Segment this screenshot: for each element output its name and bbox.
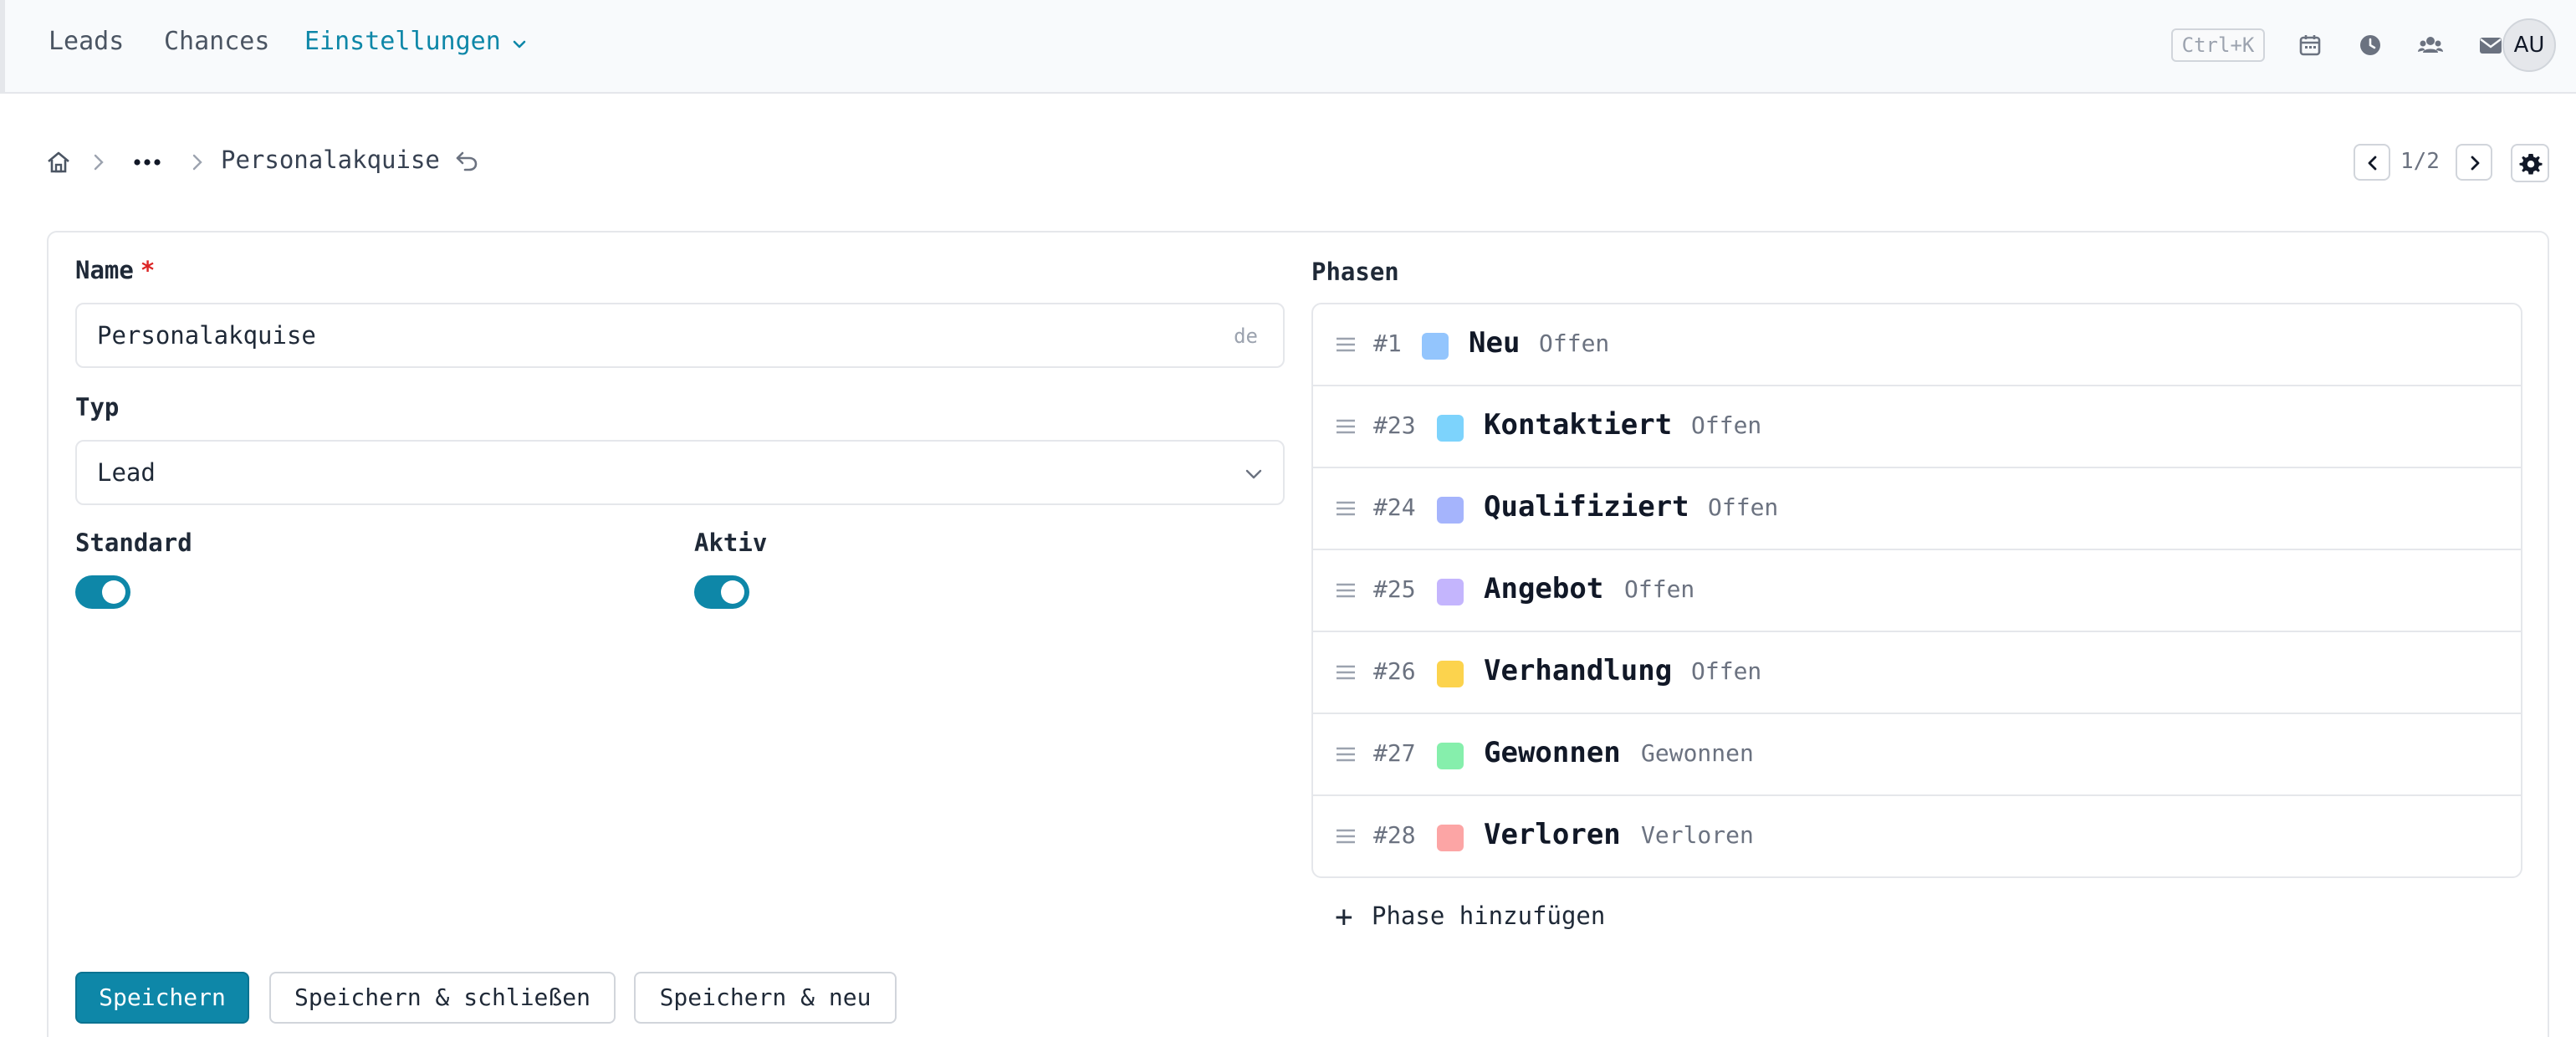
phase-row[interactable]: #25 Angebot Offen <box>1313 550 2521 632</box>
add-phase-button[interactable]: + Phase hinzufügen <box>1335 900 1605 934</box>
phase-color-swatch <box>1422 333 1449 360</box>
drag-handle-icon[interactable] <box>1335 826 1357 846</box>
phase-id: #23 <box>1373 411 1416 439</box>
mail-icon[interactable] <box>2477 32 2504 59</box>
chevron-down-icon <box>1243 463 1265 488</box>
phase-id: #27 <box>1373 739 1416 767</box>
phase-color-swatch <box>1437 579 1464 605</box>
name-label-text: Name <box>75 256 134 284</box>
phase-list: #1 Neu Offen #23 Kontaktiert Offen #24 Q… <box>1311 303 2522 878</box>
phase-id: #26 <box>1373 657 1416 685</box>
add-phase-label: Phase hinzufügen <box>1372 902 1606 930</box>
drag-handle-icon[interactable] <box>1335 498 1357 518</box>
phase-color-swatch <box>1437 825 1464 851</box>
plus-icon: + <box>1335 900 1353 934</box>
phase-color-swatch <box>1437 743 1464 769</box>
pager-count: 1/2 <box>2400 149 2440 174</box>
drag-handle-icon[interactable] <box>1335 335 1357 355</box>
type-select[interactable]: Lead <box>75 440 1285 505</box>
phase-row[interactable]: #27 Gewonnen Gewonnen <box>1313 714 2521 796</box>
avatar[interactable]: AU <box>2502 18 2556 72</box>
phase-id: #1 <box>1373 329 1402 357</box>
chevron-down-icon <box>511 28 528 57</box>
more-icon[interactable] <box>130 151 164 174</box>
calendar-icon[interactable] <box>2297 32 2323 59</box>
prev-button[interactable] <box>2354 144 2390 181</box>
active-label: Aktiv <box>694 529 768 557</box>
drag-handle-icon[interactable] <box>1335 580 1357 600</box>
phase-color-swatch <box>1437 497 1464 524</box>
clock-icon[interactable] <box>2357 32 2384 59</box>
required-mark: * <box>140 256 156 284</box>
save-close-button[interactable]: Speichern & schließen <box>269 972 616 1024</box>
type-value: Lead <box>97 458 156 487</box>
nav-einstellungen[interactable]: Einstellungen <box>304 27 528 57</box>
save-new-button[interactable]: Speichern & neu <box>634 972 897 1024</box>
phase-status: Offen <box>1691 657 1762 685</box>
type-label: Typ <box>75 393 120 421</box>
phase-row[interactable]: #28 Verloren Verloren <box>1313 796 2521 876</box>
chevron-right-icon <box>187 151 207 174</box>
name-label: Name * <box>75 256 155 284</box>
phase-status: Gewonnen <box>1641 739 1754 767</box>
nav-leads[interactable]: Leads <box>49 27 124 56</box>
phase-id: #25 <box>1373 575 1416 603</box>
drag-handle-icon[interactable] <box>1335 744 1357 764</box>
name-field[interactable]: Personalakquise de <box>75 303 1285 368</box>
undo-icon[interactable] <box>453 147 480 174</box>
phase-status: Offen <box>1624 575 1695 603</box>
phase-name: Angebot <box>1484 572 1604 605</box>
phase-id: #28 <box>1373 821 1416 849</box>
page-title: Personalakquise <box>221 146 440 174</box>
phase-name: Kontaktiert <box>1484 408 1673 442</box>
drag-handle-icon[interactable] <box>1335 662 1357 682</box>
home-icon[interactable] <box>45 149 72 176</box>
phase-row[interactable]: #1 Neu Offen <box>1313 304 2521 386</box>
gear-icon <box>2519 154 2543 175</box>
standard-label: Standard <box>75 529 192 557</box>
phase-status: Verloren <box>1641 821 1754 849</box>
language-badge[interactable]: de <box>1234 324 1258 348</box>
name-value: Personalakquise <box>97 321 316 350</box>
phase-name: Verloren <box>1484 818 1621 851</box>
settings-button[interactable] <box>2511 144 2549 182</box>
next-button[interactable] <box>2456 144 2492 181</box>
phase-color-swatch <box>1437 415 1464 442</box>
phase-name: Neu <box>1469 326 1521 360</box>
phase-name: Qualifiziert <box>1484 490 1689 524</box>
users-icon[interactable] <box>2417 32 2444 59</box>
phase-color-swatch <box>1437 661 1464 687</box>
nav-einstellungen-label: Einstellungen <box>304 27 501 56</box>
phase-row[interactable]: #26 Verhandlung Offen <box>1313 632 2521 714</box>
command-shortcut[interactable]: Ctrl+K <box>2171 28 2265 62</box>
phase-id: #24 <box>1373 493 1416 521</box>
phase-status: Offen <box>1539 329 1610 357</box>
nav-chances[interactable]: Chances <box>164 27 269 56</box>
active-toggle[interactable] <box>694 575 749 609</box>
phase-row[interactable]: #24 Qualifiziert Offen <box>1313 468 2521 550</box>
phases-label: Phasen <box>1311 258 1399 286</box>
phase-name: Verhandlung <box>1484 654 1673 687</box>
phase-name: Gewonnen <box>1484 736 1621 769</box>
phase-row[interactable]: #23 Kontaktiert Offen <box>1313 386 2521 468</box>
top-bar: Leads Chances Einstellungen Ctrl+K AU <box>0 0 2576 94</box>
drag-handle-icon[interactable] <box>1335 416 1357 437</box>
chevron-right-icon <box>89 151 109 174</box>
phase-status: Offen <box>1691 411 1762 439</box>
save-button[interactable]: Speichern <box>75 972 249 1024</box>
phase-status: Offen <box>1708 493 1779 521</box>
standard-toggle[interactable] <box>75 575 130 609</box>
